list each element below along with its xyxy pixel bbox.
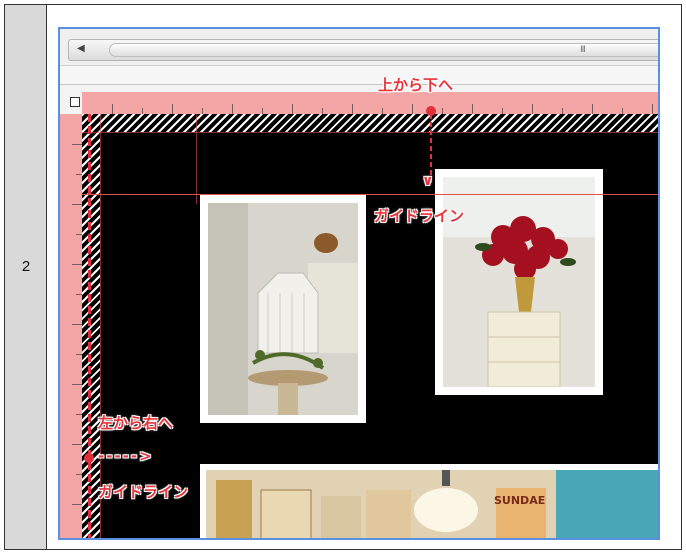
left-drag-arrow: ----->	[98, 447, 154, 465]
vertical-ruler[interactable]	[60, 114, 82, 538]
scrollbar-thumb[interactable]: III	[109, 43, 658, 57]
bleed-margin-top	[82, 114, 658, 132]
top-to-bottom-label: 上から下へ	[378, 76, 454, 94]
step-number: 2	[21, 258, 31, 275]
ruler-header-strip	[60, 65, 658, 85]
ruler-origin-box[interactable]	[70, 97, 80, 107]
left-guideline-label: ガイドライン	[98, 483, 189, 501]
photo-room[interactable]: SUNDAE	[200, 464, 658, 538]
step-number-cell	[5, 5, 47, 549]
room-image	[206, 470, 658, 538]
roses-image	[443, 177, 595, 388]
bleed-margin-left	[82, 114, 100, 538]
margin-guide-horizontal	[82, 132, 658, 133]
scroll-left-arrow-icon[interactable]: ◀	[77, 43, 85, 54]
top-guideline-label: ガイドライン	[374, 207, 465, 225]
photo-birdcage[interactable]	[200, 195, 366, 423]
margin-guide-vertical	[100, 114, 101, 538]
horizontal-scrollbar[interactable]: ◀ III	[68, 39, 658, 61]
left-to-right-label: 左から右へ	[98, 414, 174, 432]
column-guide-vertical	[196, 114, 197, 204]
poster-text: SUNDAE	[494, 494, 546, 507]
dragged-guide-horizontal[interactable]	[82, 194, 658, 195]
horizontal-ruler[interactable]	[82, 92, 658, 114]
dragged-guide-vertical[interactable]	[88, 114, 91, 538]
scrollbar-grip-icon: III	[580, 45, 586, 55]
birdcage-image	[208, 203, 358, 415]
photo-roses[interactable]	[435, 169, 603, 395]
editor-screenshot: ◀ III SUNDAE 上から下へ ∨ ガイドライン 左から右へ ----->…	[58, 27, 660, 540]
left-drag-handle-icon	[84, 453, 94, 463]
top-drag-arrowhead-icon: ∨	[422, 173, 434, 189]
